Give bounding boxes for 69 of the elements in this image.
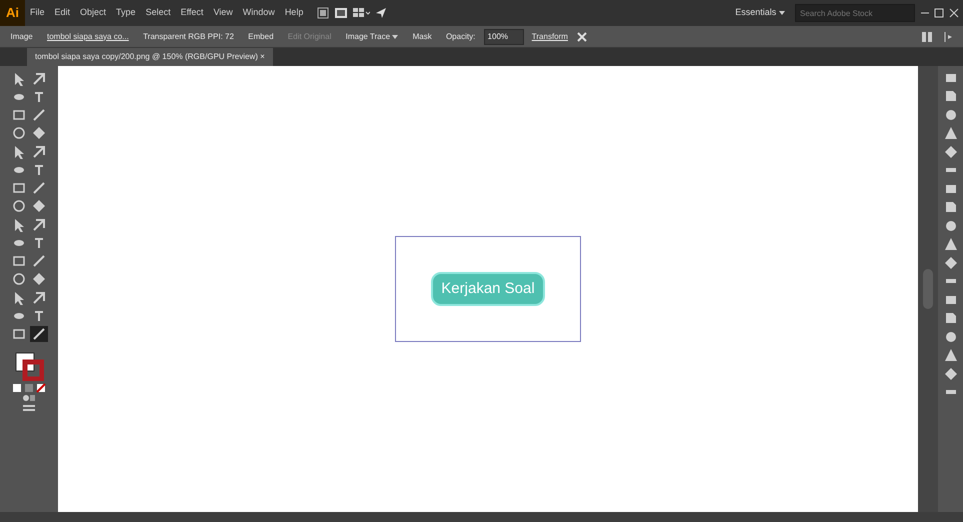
document-tab[interactable]: tombol siapa saya copy/200.png @ 150% (RGB/GPU Preview) × <box>27 48 273 66</box>
fill-stroke-swatch[interactable] <box>14 351 44 381</box>
app-logo: Ai <box>0 0 25 26</box>
tool-icon <box>12 108 26 122</box>
panel-icon[interactable] <box>944 237 958 251</box>
screen-mode-icon[interactable] <box>22 403 36 414</box>
panel-icon[interactable] <box>944 144 958 158</box>
panel-icon[interactable] <box>944 200 958 214</box>
color-mode-icon[interactable] <box>12 383 22 394</box>
tool-icon <box>12 254 26 268</box>
tool-icon <box>32 199 46 214</box>
tool-icon <box>32 72 46 86</box>
menu-item[interactable]: Window <box>238 6 280 20</box>
panel-icon[interactable] <box>944 366 958 380</box>
panel-icon[interactable] <box>944 311 958 325</box>
control-button[interactable]: Embed <box>242 30 280 42</box>
tool-icon <box>32 272 46 286</box>
opacity-field[interactable]: 100% <box>484 28 524 44</box>
menu-item[interactable]: Effect <box>176 6 208 20</box>
tool-icon <box>32 254 46 268</box>
send-icon[interactable] <box>374 7 387 19</box>
draw-mode-icon[interactable] <box>22 393 36 404</box>
image-trace-dropdown[interactable]: Image Trace <box>340 30 404 42</box>
arrange-icon[interactable] <box>352 7 370 19</box>
close-icon[interactable] <box>948 8 958 18</box>
tool-icon <box>12 272 26 286</box>
maximize-icon[interactable] <box>934 8 944 18</box>
panel-icon[interactable] <box>944 126 958 140</box>
tool-icon <box>32 218 46 232</box>
panel-icon[interactable] <box>944 330 958 344</box>
search-field[interactable]: Search Adobe Stock <box>795 4 915 22</box>
tool-button[interactable] <box>30 326 48 342</box>
control-link[interactable]: Transform <box>526 30 574 42</box>
kerjakan-button-artwork: Kerjakan Soal <box>431 272 545 306</box>
menu-item[interactable]: View <box>208 6 238 20</box>
tool-icon <box>32 290 46 304</box>
menu-item[interactable]: Type <box>111 6 141 20</box>
panel-icon[interactable] <box>944 348 958 362</box>
tool-icon <box>12 199 26 214</box>
tool-icon <box>12 181 26 195</box>
panel-icon[interactable] <box>944 108 958 122</box>
tool-icon <box>32 144 46 158</box>
vertical-scrollbar[interactable] <box>918 66 938 512</box>
panel-icon[interactable] <box>944 256 958 270</box>
tool-icon <box>32 126 46 140</box>
menu-item[interactable]: Select <box>140 6 176 20</box>
tool-icon <box>32 181 46 195</box>
control-link[interactable]: tombol siapa saya co... <box>40 30 135 42</box>
none-mode-icon[interactable] <box>36 383 46 394</box>
control-label: Opacity: <box>444 30 476 42</box>
control-label: Transparent RGB PPI: 72 <box>142 30 235 42</box>
document-icon[interactable] <box>334 7 348 19</box>
control-label: Image <box>10 30 34 42</box>
menu-item[interactable]: File <box>25 6 50 20</box>
caret-icon <box>778 11 784 15</box>
caret-icon <box>392 34 398 38</box>
panel-icon[interactable] <box>944 218 958 232</box>
align-icon[interactable] <box>921 30 933 42</box>
control-button[interactable]: Mask <box>406 30 438 42</box>
workspace-dropdown[interactable]: Essentials <box>729 5 790 21</box>
panel-menu-icon[interactable] <box>942 30 954 42</box>
panel-icon[interactable] <box>944 89 958 103</box>
tool-icon <box>32 108 46 122</box>
tool-icon <box>32 327 46 341</box>
menu-item[interactable]: Help <box>280 6 308 20</box>
tool-icon <box>12 126 26 140</box>
tool-icon <box>12 327 26 341</box>
menu-item[interactable]: Object <box>75 6 112 20</box>
menu-item[interactable]: Edit <box>50 6 76 20</box>
